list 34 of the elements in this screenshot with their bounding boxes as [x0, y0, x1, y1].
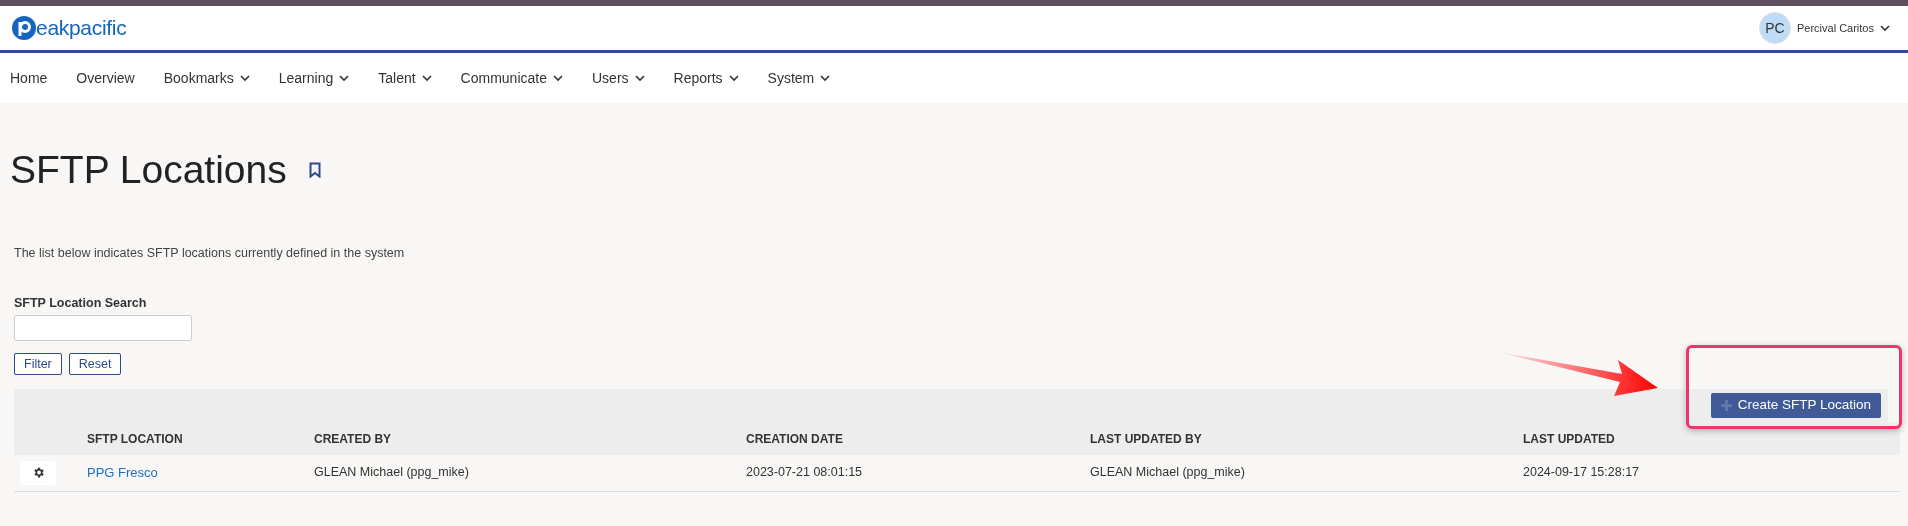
- reset-button[interactable]: Reset: [68, 353, 122, 375]
- nav-item[interactable]: Learning: [278, 67, 350, 89]
- location-link[interactable]: PPG Fresco: [87, 464, 158, 480]
- page-description: The list below indicates SFTP locations currently defined in the system: [14, 244, 406, 262]
- nav-item[interactable]: Overview: [76, 67, 135, 89]
- nav-item[interactable]: Users: [592, 67, 645, 89]
- nav-item[interactable]: Home: [10, 67, 48, 89]
- bookmark-icon[interactable]: [308, 162, 321, 179]
- page-title: SFTP Locations: [10, 147, 287, 193]
- chevron-down-icon: [1880, 24, 1890, 32]
- user-avatar[interactable]: PC: [1758, 12, 1791, 44]
- column-header: CREATION DATE: [746, 431, 843, 446]
- nav-item[interactable]: Communicate: [460, 67, 563, 89]
- search-label: SFTP Location Search: [14, 295, 148, 313]
- create-button[interactable]: Create SFTP Location: [1710, 393, 1881, 418]
- table-cell: GLEAN Michael (ppg_mike): [314, 465, 469, 480]
- table-cell: 2023-07-21 08:01:15: [746, 465, 863, 480]
- nav-item[interactable]: Talent: [378, 67, 432, 89]
- logo-text[interactable]: eakpacific: [36, 12, 127, 44]
- plus-icon: [1720, 400, 1732, 411]
- nav-item[interactable]: Reports: [673, 67, 739, 89]
- column-header: SFTP LOCATION: [87, 431, 183, 446]
- logo-icon[interactable]: [12, 16, 36, 40]
- search-field[interactable]: [14, 315, 192, 341]
- table-cell: GLEAN Michael (ppg_mike): [1090, 465, 1245, 480]
- table-cell: 2024-09-17 15:28:17: [1523, 465, 1640, 480]
- settings-button[interactable]: [20, 460, 56, 485]
- user-menu[interactable]: Percival Caritos: [1796, 19, 1890, 37]
- filter-button[interactable]: Filter: [14, 353, 62, 375]
- nav-item[interactable]: System: [767, 67, 831, 89]
- column-header: LAST UPDATED: [1523, 431, 1615, 446]
- column-header: LAST UPDATED BY: [1090, 431, 1202, 446]
- nav-item[interactable]: Bookmarks: [163, 67, 250, 89]
- column-header: CREATED BY: [314, 431, 392, 446]
